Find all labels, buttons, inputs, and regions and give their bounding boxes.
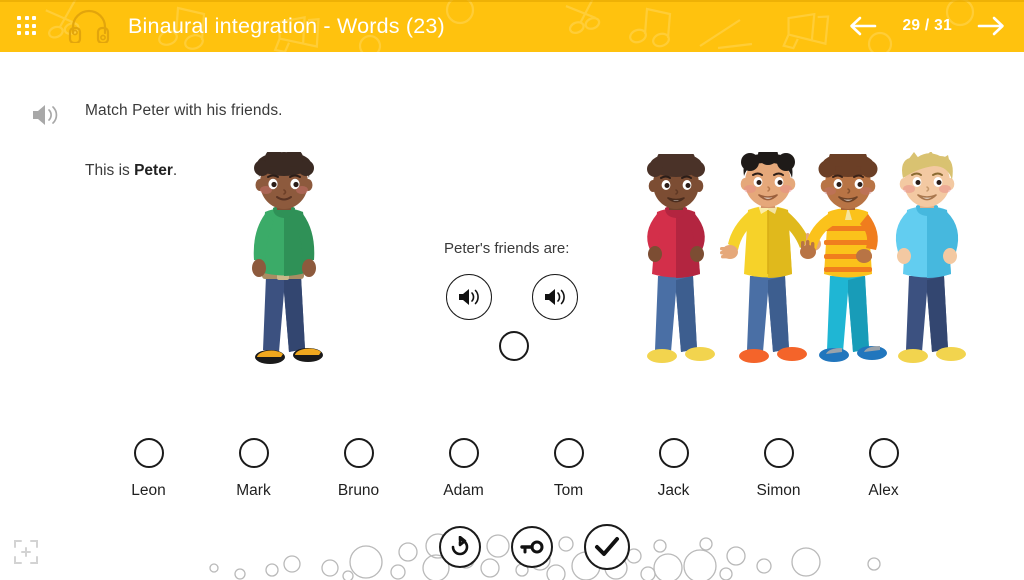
sound-button-1[interactable] <box>446 274 492 320</box>
exercise-stage: Match Peter with his friends. This is Pe… <box>0 52 1024 580</box>
answer-circle[interactable] <box>658 438 689 468</box>
center-prompt: Peter's friends are: <box>444 240 570 257</box>
sound-button-2[interactable] <box>532 274 578 320</box>
answer-options-row: Leon Mark Bruno Adam Tom Jack Simon Alex <box>96 438 936 500</box>
arrow-left-icon[interactable] <box>846 11 880 41</box>
character-peter <box>232 152 336 374</box>
app-header: Binaural integration - Words (23) 29 / 3… <box>0 0 1024 52</box>
key-button[interactable] <box>511 526 553 568</box>
answer-option-simon[interactable]: Simon <box>726 438 831 500</box>
answer-circle[interactable] <box>133 438 164 468</box>
subject-intro-text: This is Peter. <box>85 162 177 180</box>
answer-option-jack[interactable]: Jack <box>621 438 726 500</box>
instruction-text: Match Peter with his friends. <box>85 102 283 119</box>
instruction-speaker-icon[interactable] <box>29 100 61 130</box>
key-icon <box>520 540 544 554</box>
arrow-right-icon[interactable] <box>974 11 1008 41</box>
subject-suffix: . <box>172 162 178 179</box>
answer-circle[interactable] <box>238 438 269 468</box>
page-counter: 29 / 31 <box>902 17 952 34</box>
page-title: Binaural integration - Words (23) <box>128 13 445 38</box>
replay-icon <box>451 536 469 556</box>
answer-circle[interactable] <box>763 438 794 468</box>
answer-option-bruno[interactable]: Bruno <box>306 438 411 500</box>
answer-label: Bruno <box>337 482 380 499</box>
answer-circle[interactable] <box>448 438 479 468</box>
answer-circle[interactable] <box>553 438 584 468</box>
character-friend-1 <box>628 154 724 372</box>
answer-option-leon[interactable]: Leon <box>96 438 201 500</box>
answer-drop-circle[interactable] <box>499 331 529 361</box>
character-friend-4 <box>878 152 978 372</box>
answer-circle[interactable] <box>343 438 374 468</box>
answer-label: Mark <box>236 482 271 499</box>
answer-circle[interactable] <box>868 438 899 468</box>
answer-option-adam[interactable]: Adam <box>411 438 516 500</box>
check-button[interactable] <box>584 524 630 570</box>
headphones-icon <box>66 7 112 45</box>
speaker-icon <box>545 289 565 305</box>
answer-option-alex[interactable]: Alex <box>831 438 936 500</box>
answer-label: Alex <box>868 482 899 499</box>
answer-label: Leon <box>131 482 166 499</box>
check-icon <box>595 537 619 556</box>
answer-option-mark[interactable]: Mark <box>201 438 306 500</box>
answer-label: Simon <box>756 482 801 499</box>
fullscreen-expand-icon[interactable] <box>12 538 42 568</box>
grid-apps-icon[interactable] <box>14 13 40 39</box>
answer-label: Tom <box>553 482 584 499</box>
subject-name: Peter <box>134 162 173 179</box>
answer-label: Jack <box>657 482 690 499</box>
app-root: Binaural integration - Words (23) 29 / 3… <box>0 0 1024 580</box>
answer-label: Adam <box>443 482 484 499</box>
answer-option-tom[interactable]: Tom <box>516 438 621 500</box>
subject-prefix: This is <box>85 162 135 179</box>
speaker-icon <box>459 289 479 305</box>
replay-button[interactable] <box>439 526 481 568</box>
header-navigation: 29 / 31 <box>846 11 1008 41</box>
